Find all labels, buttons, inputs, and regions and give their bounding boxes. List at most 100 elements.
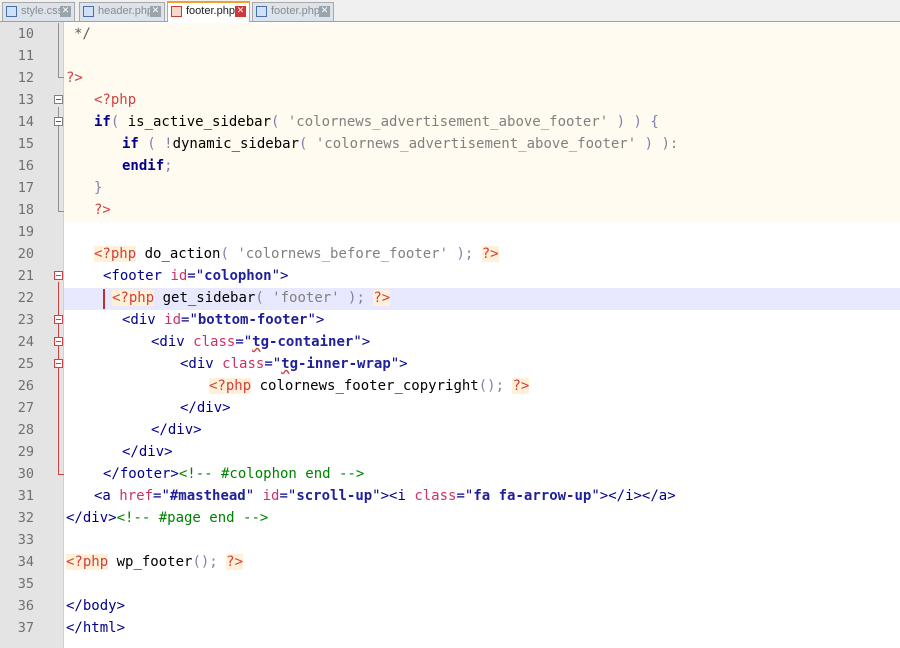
code-token: <?php — [94, 246, 137, 262]
tab-style-css[interactable]: style.css ✕ — [2, 2, 75, 21]
code-token: -container — [269, 334, 354, 350]
code-token: ( ! — [138, 136, 173, 152]
line-number: 26 — [17, 378, 34, 394]
fold-toggle-icon[interactable] — [54, 359, 63, 368]
code-token: #masthead — [169, 488, 246, 504]
code-line: 12 ?> — [0, 67, 900, 89]
code-token: ( — [271, 114, 288, 130]
code-text: <footer id="colophon"> — [103, 265, 288, 287]
code-token: } — [94, 180, 103, 196]
close-icon[interactable]: ✕ — [150, 6, 161, 17]
code-text: </div> — [151, 419, 202, 441]
code-token: tg — [252, 334, 270, 350]
code-line: 23 <div id="bottom-footer"> — [0, 309, 900, 331]
code-token: "> — [390, 356, 408, 372]
fold-toggle-icon[interactable] — [54, 117, 63, 126]
code-token: <footer — [103, 268, 171, 284]
tab-footer-php-active[interactable]: footer.php ✕ — [167, 1, 250, 22]
code-line: 13 <?php — [0, 89, 900, 111]
tab-footer-php[interactable]: footer.php ✕ — [252, 2, 334, 21]
tab-label: footer.php — [186, 5, 235, 17]
code-text: </html> — [66, 617, 125, 639]
code-line: 35 — [0, 573, 900, 595]
code-token: 'colornews_advertisement_above_footer' — [287, 114, 609, 130]
code-line: 37 </html> — [0, 617, 900, 639]
code-line: 10 */ — [0, 23, 900, 45]
code-token: ; — [164, 158, 173, 174]
code-token: id — [164, 312, 182, 328]
tab-label: header.php — [98, 5, 154, 17]
code-token: =" — [181, 312, 198, 328]
file-icon — [256, 6, 267, 17]
close-icon[interactable]: ✕ — [60, 6, 71, 17]
tab-header-php[interactable]: header.php ✕ — [79, 2, 165, 21]
code-text: <?php get_sidebar( 'footer' ); ?> — [112, 287, 391, 309]
line-number: 21 — [17, 268, 34, 284]
line-number: 25 — [17, 356, 34, 372]
code-token: ( — [220, 246, 238, 262]
line-number: 31 — [17, 488, 34, 504]
line-number: 27 — [17, 400, 34, 416]
code-line: 36 </body> — [0, 595, 900, 617]
line-number: 18 — [17, 202, 34, 218]
code-token: <?php — [112, 290, 155, 306]
line-number: 32 — [17, 510, 34, 526]
line-number: 23 — [17, 312, 34, 328]
fold-toggle-icon[interactable] — [54, 95, 63, 104]
code-token: fa fa-arrow-up — [473, 488, 592, 504]
line-number: 24 — [17, 334, 34, 350]
code-text: <?php do_action( 'colornews_before_foote… — [94, 243, 499, 265]
close-icon[interactable]: ✕ — [319, 6, 330, 17]
close-icon[interactable]: ✕ — [235, 6, 246, 17]
code-token: </body> — [66, 598, 126, 614]
code-text: <?php — [94, 89, 136, 111]
code-line: 17 } — [0, 177, 900, 199]
code-token: =" — [264, 356, 282, 372]
code-token: "> — [353, 334, 371, 350]
code-token: colophon — [204, 268, 272, 284]
code-token: class — [414, 488, 457, 504]
tab-bar: style.css ✕ header.php ✕ footer.php ✕ fo… — [0, 0, 900, 22]
line-number: 10 — [17, 26, 34, 42]
file-icon — [6, 6, 17, 17]
code-token: id — [170, 268, 188, 284]
code-token: ) ) { — [608, 114, 659, 130]
code-token: "> — [307, 312, 325, 328]
code-line: 25 <div class="tg-inner-wrap"> — [0, 353, 900, 375]
fold-toggle-icon[interactable] — [54, 337, 63, 346]
fold-toggle-icon[interactable] — [54, 315, 63, 324]
code-token: "><i — [372, 488, 415, 504]
code-token: wp_footer — [108, 554, 193, 570]
line-number: 12 — [17, 70, 34, 86]
code-token: =" — [235, 334, 253, 350]
code-token: "> — [271, 268, 289, 284]
line-number: 30 — [17, 466, 34, 482]
line-number: 11 — [17, 48, 34, 64]
code-token: <!-- #colophon end --> — [178, 466, 365, 482]
code-token: <div — [122, 312, 165, 328]
code-token: bottom-footer — [197, 312, 308, 328]
code-token: </footer> — [103, 466, 179, 482]
code-text: } — [94, 177, 102, 199]
code-line: 19 — [0, 221, 900, 243]
file-icon — [171, 6, 182, 17]
tab-label: style.css — [21, 5, 64, 17]
code-line: 29 </div> — [0, 441, 900, 463]
fold-toggle-icon[interactable] — [54, 271, 63, 280]
code-token: */ — [74, 26, 91, 42]
code-token: <?php — [94, 92, 137, 108]
code-token: endif — [122, 158, 165, 174]
code-text: if( is_active_sidebar( 'colornews_advert… — [94, 111, 659, 133]
code-token: (); — [478, 378, 513, 394]
line-number: 19 — [17, 224, 34, 240]
code-token: =" — [456, 488, 474, 504]
code-token: (); — [192, 554, 227, 570]
code-line: 16 endif; — [0, 155, 900, 177]
code-line: 27 </div> — [0, 397, 900, 419]
code-token: get_sidebar — [154, 290, 256, 306]
code-token: class — [193, 334, 236, 350]
tab-label: footer.php — [271, 5, 320, 17]
code-token: ?> — [512, 378, 530, 394]
code-token: 'colornews_before_footer' — [237, 246, 449, 262]
code-token: <a — [94, 488, 120, 504]
